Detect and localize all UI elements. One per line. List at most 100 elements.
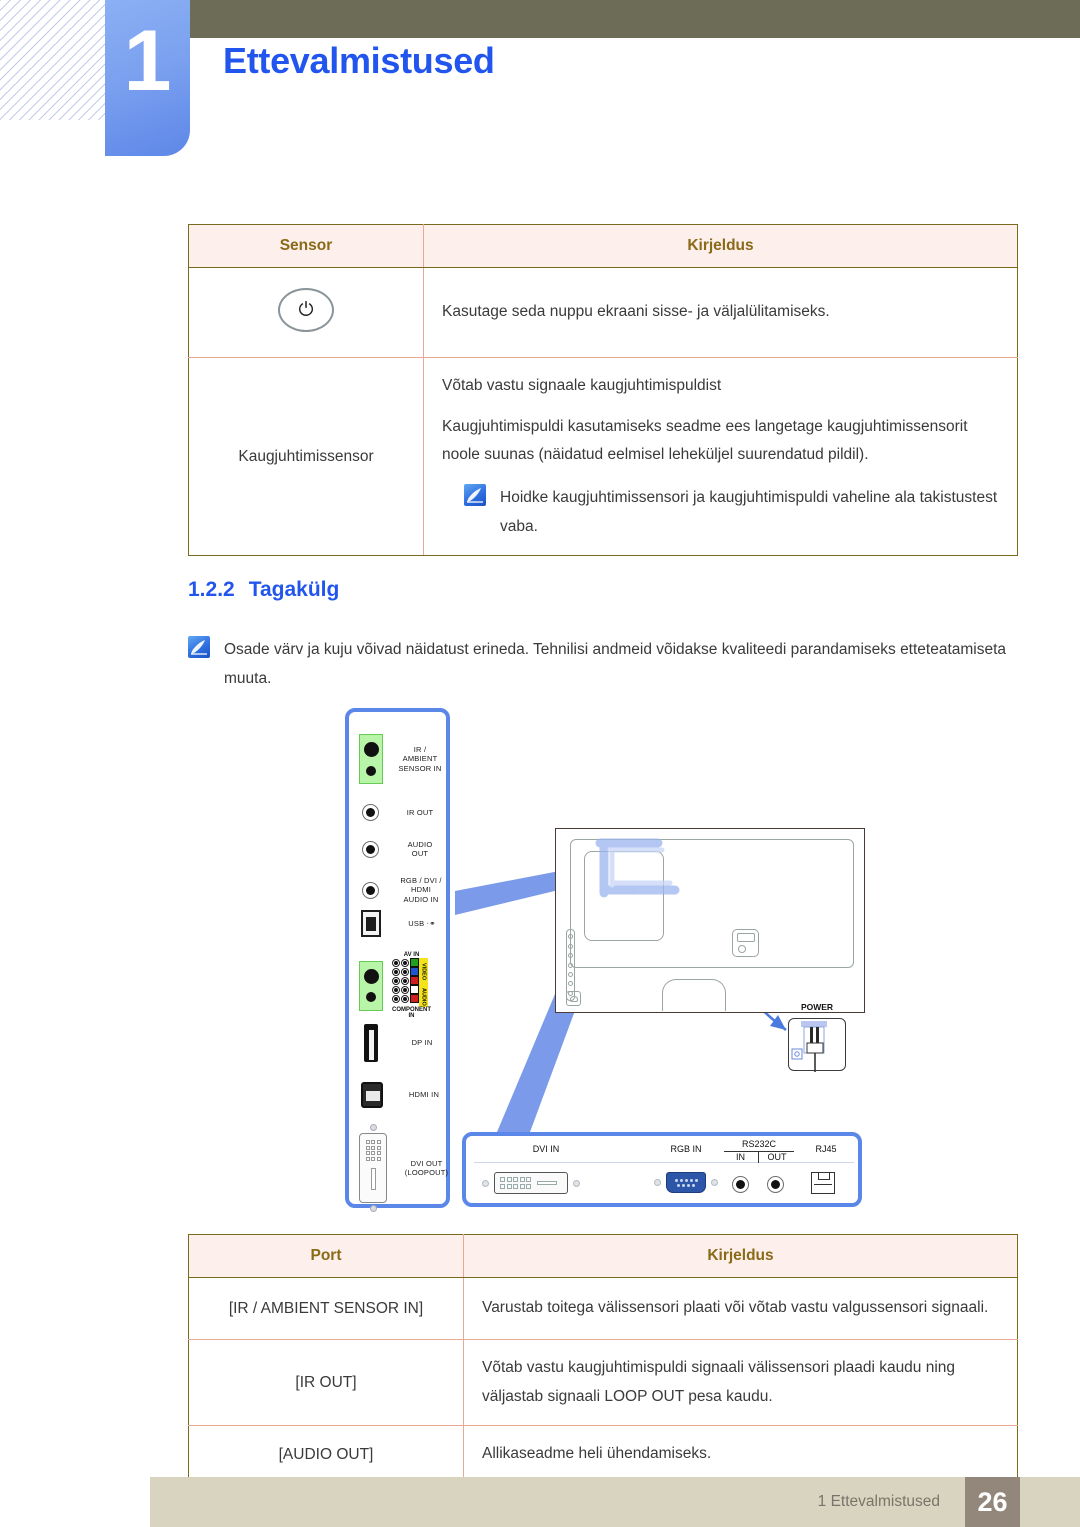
- av-jack-row: [392, 985, 419, 994]
- section-number: 1.2.2: [188, 578, 235, 601]
- jack-icon: [401, 967, 409, 976]
- rear-panel-diagram: IR / AMBIENT SENSOR IN IR OUT AUDIO OUT …: [0, 700, 1080, 1220]
- jack-icon: [392, 958, 400, 967]
- green-component-jack: [410, 958, 419, 967]
- cell-sensor-power: ⏻: [188, 267, 424, 358]
- jack-icon: [401, 958, 409, 967]
- jack-icon: [392, 976, 400, 985]
- dvi-in-connector: [482, 1172, 580, 1194]
- chapter-tab: 1: [105, 0, 190, 156]
- audio-jack-icon: [362, 881, 379, 899]
- jack-icon: [392, 985, 400, 994]
- av-in-video-tag: VIDEO: [419, 958, 428, 986]
- table-header-row: Sensor Kirjeldus: [188, 224, 1018, 268]
- av-jack-row: [392, 994, 419, 1003]
- port-rgb-dvi-hdmi-audio-in: RGB / DVI / HDMI AUDIO IN: [362, 876, 448, 904]
- section-title: Tagakülg: [248, 578, 340, 601]
- power-callout-label: POWER: [800, 1002, 834, 1012]
- port-usb: USB ‧⚭: [361, 910, 449, 937]
- page-number-badge: 26: [965, 1477, 1020, 1527]
- table-row: ⏻ Kasutage seda nuppu ekraani sisse- ja …: [188, 267, 1018, 358]
- power-plug-illustration: [788, 1018, 846, 1072]
- port-table: Port Kirjeldus [IR / AMBIENT SENSOR IN] …: [188, 1234, 1018, 1485]
- port-audio-out: AUDIO OUT: [362, 840, 446, 859]
- section-note: Osade värv ja kuju võivad näidatust erin…: [188, 636, 1018, 693]
- description-paragraph: Kaugjuhtimispuldi kasutamiseks seadme ee…: [442, 417, 968, 464]
- note-text: Osade värv ja kuju võivad näidatust erin…: [224, 641, 1007, 687]
- usb-port-icon: [361, 910, 381, 937]
- port-label: USB ‧⚭: [395, 919, 449, 928]
- table-row: [AUDIO OUT] Allikaseadme heli ühendamise…: [188, 1425, 1018, 1485]
- jack-dot: [366, 765, 376, 776]
- port-dvi-out-loopout: DVI OUT (LOOPOUT): [359, 1124, 454, 1212]
- cell-sensor-remote: Kaugjuhtimissensor: [188, 356, 424, 557]
- bottom-port-panel: DVI IN RGB IN RS232C IN OUT RJ45: [462, 1132, 862, 1207]
- port-label-rs232c-in: IN: [736, 1152, 745, 1162]
- page-footer: 1 Ettevalmistused 26: [150, 1477, 1080, 1527]
- monitor-button-area: [566, 991, 581, 1006]
- sensor-table: Sensor Kirjeldus ⏻ Kasutage seda nuppu e…: [188, 224, 1018, 557]
- port-label-rs232c: RS232C: [724, 1139, 794, 1152]
- dvi-screw-icon: [369, 1124, 377, 1131]
- red-component-jack: [410, 976, 419, 985]
- av-in-audio-tag: AUDIO: [419, 986, 428, 1007]
- jack-icon: [401, 985, 409, 994]
- power-icon: ⏻: [278, 288, 334, 332]
- blue-component-jack: [410, 967, 419, 976]
- jack-dot: [363, 968, 379, 984]
- header-olive-bar: [188, 0, 1080, 38]
- column-header-kirjeldus: Kirjeldus: [423, 224, 1018, 268]
- table-header-row: Port Kirjeldus: [188, 1234, 1018, 1278]
- monitor-power-inlet: [732, 929, 759, 957]
- dvi-pins: [365, 1140, 381, 1161]
- dvi-port-icon: [359, 1133, 387, 1203]
- port-label-rgb-in: RGB IN: [670, 1144, 702, 1154]
- description-paragraph: Kasutage seda nuppu ekraani sisse- ja vä…: [442, 303, 830, 321]
- note-text: Hoidke kaugjuhtimissensori ja kaugjuhtim…: [500, 489, 998, 535]
- section-heading: 1.2.2 Tagakülg: [188, 578, 339, 602]
- usb-label: USB: [408, 918, 425, 928]
- av-in-component-block: AV IN VIDEO AUDIO COMPONENT IN: [392, 952, 431, 1019]
- port-ir-ambient-sensor-in: IR / AMBIENT SENSOR IN: [359, 734, 446, 784]
- column-header-kirjeldus: Kirjeldus: [463, 1234, 1018, 1278]
- green-highlight-box: [359, 734, 383, 784]
- displayport-icon: [364, 1024, 378, 1062]
- jack-icon: [401, 994, 409, 1003]
- rs232c-in-jack: [732, 1176, 749, 1193]
- cell-description-remote: Võtab vastu signaale kaugjuhtimispuldist…: [423, 356, 1018, 557]
- jack-icon: [401, 976, 409, 985]
- red-audio-jack: [410, 994, 419, 1003]
- column-header-port: Port: [188, 1234, 464, 1278]
- note-quill-icon: [464, 484, 486, 507]
- port-label: DVI OUT (LOOPOUT): [404, 1158, 449, 1177]
- port-label: IR OUT: [406, 807, 434, 817]
- monitor-vesa-area: [584, 851, 664, 941]
- port-component-av-in: AV IN VIDEO AUDIO COMPONENT IN: [359, 952, 431, 1019]
- audio-jack-icon: [362, 804, 379, 821]
- cell-port-name: [AUDIO OUT]: [188, 1425, 464, 1485]
- cell-port-description: Võtab vastu kaugjuhtimispuldi signaali v…: [463, 1338, 1018, 1427]
- decorative-hatch-pattern: [0, 0, 110, 120]
- component-in-caption: COMPONENT IN: [392, 1007, 431, 1019]
- table-row: Kaugjuhtimissensor Võtab vastu signaale …: [188, 356, 1018, 557]
- audio-jack-icon: [362, 840, 379, 858]
- note-quill-icon: [188, 636, 210, 658]
- rs232c-connectors: [732, 1176, 784, 1193]
- table-row: [IR / AMBIENT SENSOR IN] Varustab toiteg…: [188, 1277, 1018, 1340]
- port-label-rj45: RJ45: [815, 1144, 837, 1154]
- cell-port-description: Varustab toitega välissensori plaati või…: [463, 1277, 1018, 1340]
- port-dp-in: DP IN: [364, 1024, 448, 1062]
- green-highlight-box: [359, 960, 383, 1011]
- rj45-connector: [811, 1172, 835, 1194]
- jack-icon: [392, 967, 400, 976]
- table-row: [IR OUT] Võtab vastu kaugjuhtimispuldi s…: [188, 1338, 1018, 1427]
- port-ir-out: IR OUT: [362, 804, 446, 821]
- av-jack-row: [392, 967, 419, 976]
- left-port-panel: IR / AMBIENT SENSOR IN IR OUT AUDIO OUT …: [345, 708, 450, 1212]
- hdmi-port-icon: [361, 1082, 383, 1108]
- cell-port-name: [IR / AMBIENT SENSOR IN]: [188, 1277, 464, 1340]
- av-jack-row: [392, 958, 419, 967]
- port-label: IR / AMBIENT SENSOR IN: [398, 744, 442, 773]
- rs232c-out-jack: [767, 1176, 784, 1193]
- dvi-screw-icon: [369, 1205, 377, 1212]
